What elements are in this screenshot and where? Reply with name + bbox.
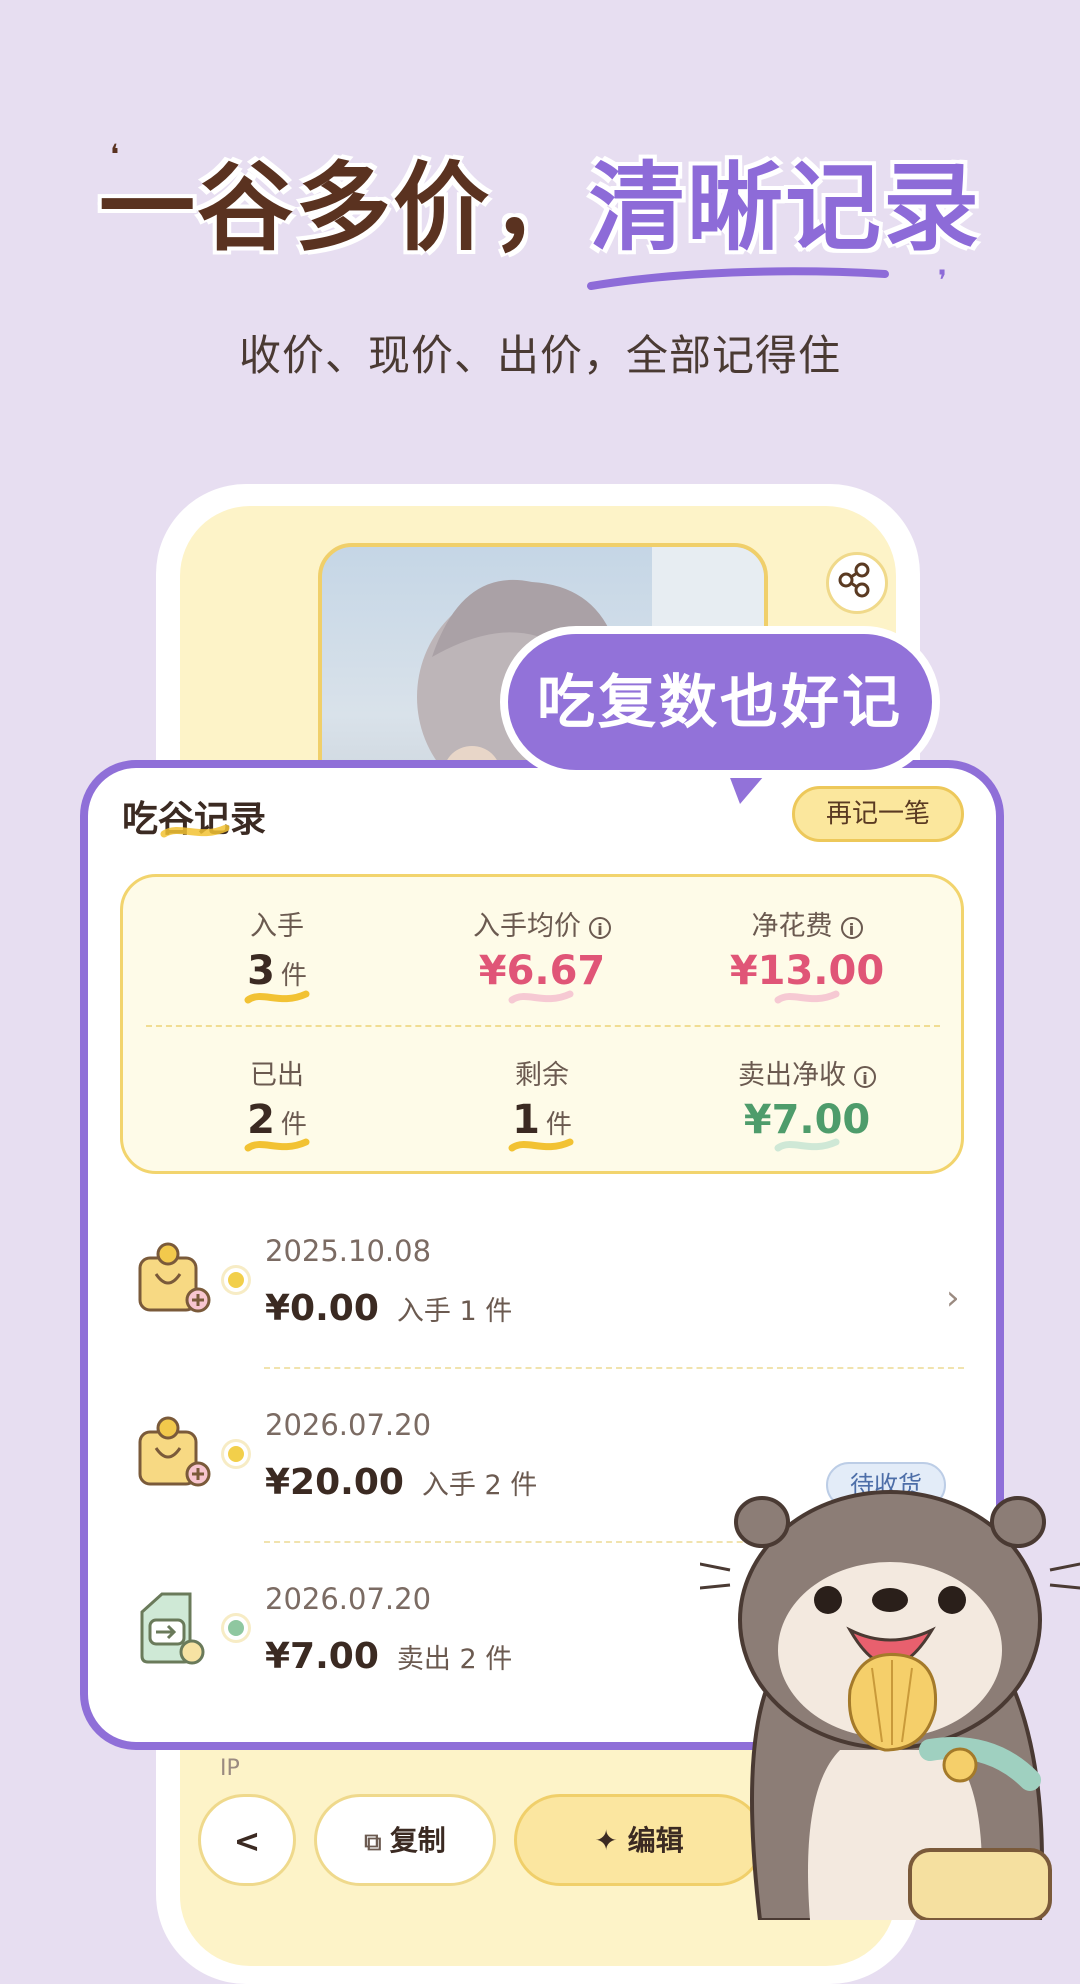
record-status-dot bbox=[224, 1442, 248, 1466]
record-status-dot bbox=[224, 1268, 248, 1292]
stat-avg-price-label: 入手均价 i bbox=[412, 904, 672, 943]
headline: 一谷多价，清晰记录 bbox=[0, 130, 1080, 269]
record-status-dot bbox=[224, 1616, 248, 1640]
record-desc: 入手 1 件 bbox=[396, 1296, 513, 1327]
record-amount: ¥7.00 bbox=[265, 1636, 379, 1677]
record-desc: 入手 2 件 bbox=[421, 1470, 538, 1501]
promo-bubble: 吃复数也好记 bbox=[500, 626, 940, 778]
stats-divider bbox=[146, 1025, 940, 1027]
copy-button[interactable]: ⧉ 复制 bbox=[314, 1794, 496, 1886]
net-cost-underline bbox=[774, 990, 840, 1004]
add-record-button[interactable]: 再记一笔 bbox=[792, 786, 964, 842]
headline-part1: 一谷多价， bbox=[99, 152, 589, 264]
info-icon[interactable]: i bbox=[589, 916, 611, 939]
record-amount-line: ¥7.00 卖出 2 件 bbox=[265, 1636, 512, 1677]
record-amount-line: ¥0.00 入手 1 件 bbox=[265, 1288, 512, 1329]
stat-sold-label: 已出 bbox=[250, 1060, 304, 1091]
chevron-right-icon: › bbox=[946, 1278, 960, 1318]
info-icon[interactable]: i bbox=[854, 1065, 876, 1088]
title-highlight bbox=[160, 824, 230, 838]
otter-mascot bbox=[700, 1490, 1080, 1920]
sell-tag-icon bbox=[140, 1592, 205, 1665]
acquired-underline bbox=[244, 990, 310, 1004]
headline-underline bbox=[587, 267, 889, 290]
stat-acquired-label: 入手 bbox=[250, 911, 304, 942]
stat-net-cost-label: 净花费 i bbox=[677, 904, 937, 943]
copy-icon: ⧉ bbox=[364, 1828, 390, 1856]
record-item[interactable]: 2025.10.08 ¥0.00 入手 1 件 › bbox=[120, 1226, 990, 1366]
headline-part2: 清晰记录 bbox=[589, 152, 981, 264]
record-item[interactable]: 2026.07.20 ¥7.00 卖出 2 件 bbox=[120, 1574, 720, 1714]
share-icon bbox=[838, 562, 870, 598]
record-date: 2026.07.20 bbox=[265, 1582, 432, 1616]
share-button[interactable] bbox=[826, 552, 888, 614]
stat-remaining-label: 剩余 bbox=[515, 1060, 569, 1091]
back-button[interactable]: < bbox=[198, 1794, 296, 1886]
net-income-underline bbox=[774, 1138, 840, 1152]
sparkle-decoration-right: ❜ bbox=[938, 264, 948, 297]
sparkle-icon: ✦ bbox=[594, 1824, 628, 1857]
avg-price-underline bbox=[508, 990, 574, 1004]
record-date: 2026.07.20 bbox=[265, 1408, 432, 1442]
record-desc: 卖出 2 件 bbox=[396, 1644, 513, 1675]
sold-underline bbox=[244, 1138, 310, 1152]
record-divider bbox=[264, 1367, 964, 1369]
info-icon[interactable]: i bbox=[840, 916, 863, 939]
record-amount: ¥0.00 bbox=[265, 1288, 379, 1329]
shopping-bag-add-icon bbox=[138, 1416, 211, 1487]
record-date: 2025.10.08 bbox=[265, 1234, 432, 1268]
remaining-underline bbox=[508, 1138, 574, 1152]
ip-label: IP bbox=[220, 1756, 240, 1781]
record-amount: ¥20.00 bbox=[265, 1462, 404, 1503]
subtitle: 收价、现价、出价，全部记得住 bbox=[238, 331, 841, 380]
stat-net-income-label: 卖出净收 i bbox=[677, 1053, 937, 1092]
record-amount-line: ¥20.00 入手 2 件 bbox=[265, 1462, 537, 1503]
shopping-bag-add-icon bbox=[138, 1242, 211, 1313]
